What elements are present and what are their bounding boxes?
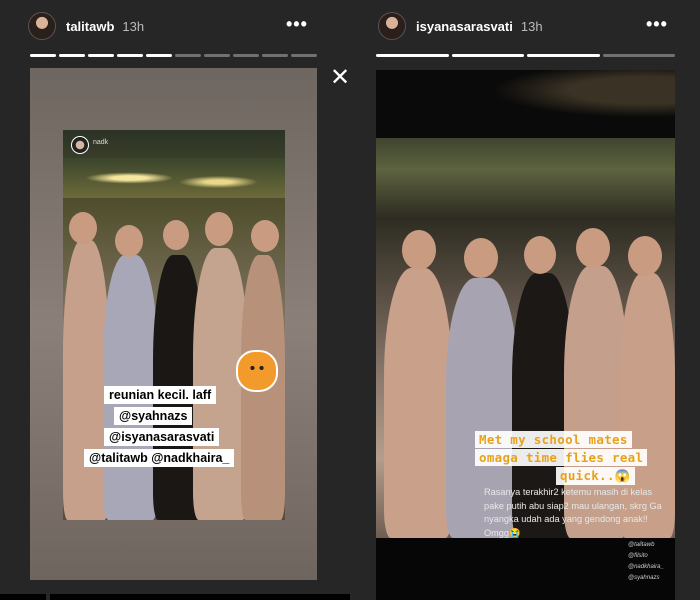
mention-syahnazs[interactable]: @syahnazs <box>114 407 193 425</box>
photo-person-head <box>69 212 97 244</box>
progress-segment <box>376 54 449 57</box>
story-caption-line: omaga time flies real <box>475 449 648 466</box>
progress-segment <box>204 54 230 57</box>
username-isyanasarasvati[interactable]: isyanasarasvati <box>416 19 513 34</box>
progress-segment <box>291 54 317 57</box>
left-bottom-bar <box>0 594 46 600</box>
photo-person <box>384 268 452 538</box>
progress-segment <box>233 54 259 57</box>
avatar-talitawb[interactable] <box>28 12 56 40</box>
progress-segment <box>59 54 85 57</box>
story-sub-caption: Rasanya terakhir2 ketemu masih di kelas … <box>484 487 662 538</box>
right-photo-top <box>376 70 675 138</box>
story-time: 13h <box>122 18 145 34</box>
left-bottom-bar <box>50 594 350 600</box>
left-story-header: talitawb 13h <box>28 10 144 42</box>
caption-tag: reunian kecil. laff <box>104 386 217 404</box>
left-story[interactable]: talitawb 13h ••• nadk reunian kecil. laf… <box>0 0 350 600</box>
photo-person-head <box>628 236 662 276</box>
repost-username: nadk <box>93 139 109 146</box>
progress-segment <box>146 54 172 57</box>
photo-person-head <box>205 212 233 246</box>
photo-person-head <box>115 225 143 257</box>
progress-segment <box>117 54 143 57</box>
story-time: 13h <box>520 18 543 34</box>
more-horizontal-icon[interactable]: ••• <box>646 14 668 35</box>
avatar-isyanasarasvati[interactable] <box>378 12 406 40</box>
progress-segment <box>527 54 600 57</box>
right-progress-bar <box>376 54 675 57</box>
right-story-header: isyanasarasvati 13h <box>378 10 543 42</box>
progress-segment <box>30 54 56 57</box>
photo-person-head <box>163 220 189 250</box>
progress-segment <box>451 54 524 57</box>
mention-isyanasarasvati[interactable]: @isyanasarasvati <box>104 428 220 446</box>
story-caption-line: Met my school mates <box>475 431 632 448</box>
photo-person-head <box>464 238 498 278</box>
progress-segment <box>262 54 288 57</box>
mini-mention[interactable]: @talitawb <box>628 540 664 551</box>
cat-sticker-icon <box>236 350 278 392</box>
mini-mention-list: @talitawb @filsito @nadkhaira_ @syahnazs <box>628 540 664 584</box>
close-icon[interactable]: ✕ <box>330 66 350 90</box>
photo-ceiling-lights <box>63 158 285 198</box>
progress-segment <box>602 54 675 57</box>
progress-segment <box>175 54 201 57</box>
username-talitawb[interactable]: talitawb <box>66 19 114 34</box>
photo-person-head <box>251 220 279 252</box>
photo-person-head <box>576 228 610 268</box>
mini-mention[interactable]: @syahnazs <box>628 573 664 584</box>
photo-person-head <box>402 230 436 270</box>
more-horizontal-icon[interactable]: ••• <box>286 14 308 35</box>
mini-mention[interactable]: @filsito <box>628 551 664 562</box>
left-progress-bar <box>30 54 317 57</box>
progress-segment <box>88 54 114 57</box>
mini-mention[interactable]: @nadkhaira_ <box>628 562 664 573</box>
photo-person-head <box>524 236 556 274</box>
mention-talitawb-nadkhaira[interactable]: @talitawb @nadkhaira_ <box>84 449 235 467</box>
story-caption-line: quick..😱 <box>556 467 635 485</box>
repost-avatar <box>71 136 89 154</box>
